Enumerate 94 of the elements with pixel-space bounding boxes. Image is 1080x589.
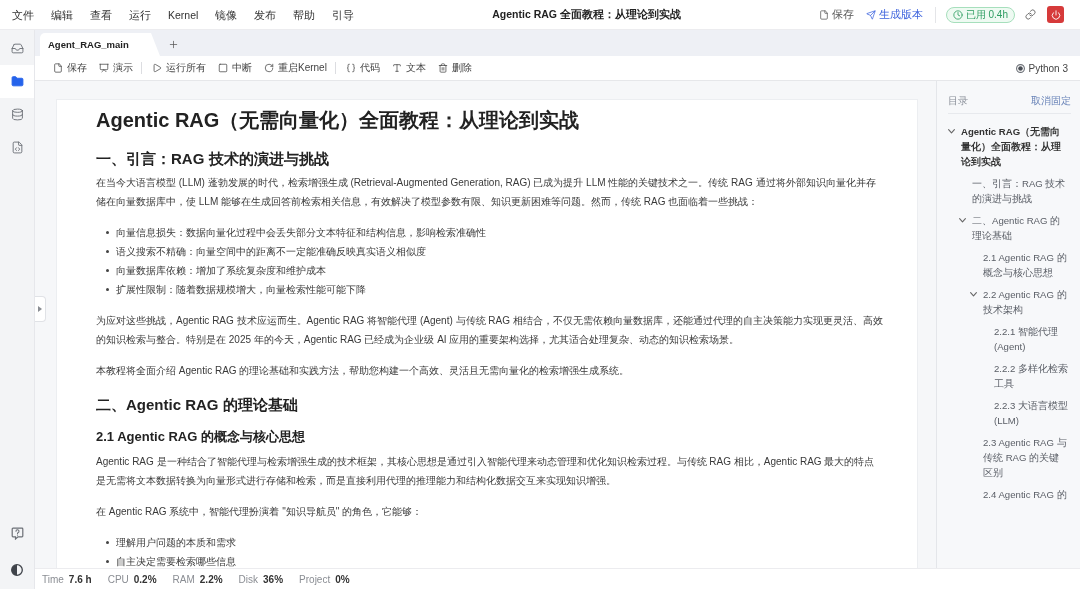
menu-item[interactable]: 查看 <box>90 7 112 22</box>
notebook-tab[interactable]: Agent_RAG_main <box>40 33 160 56</box>
save-button[interactable]: 保存 <box>818 7 854 22</box>
bullet-icon <box>105 231 109 234</box>
list-item: 理解用户问题的本质和需求 <box>116 536 236 550</box>
panel-toggle[interactable] <box>35 296 46 322</box>
sidebar-item[interactable] <box>0 65 34 98</box>
toolbar-button[interactable]: 删除 <box>437 61 472 75</box>
braces-icon <box>345 63 356 73</box>
link-icon[interactable] <box>1025 9 1036 20</box>
bullet-icon <box>105 269 109 272</box>
toc-item[interactable]: 2.2 Agentic RAG 的技术架构 <box>983 287 1068 317</box>
code-file-icon[interactable] <box>10 141 24 154</box>
stat-value: 0.2% <box>133 573 157 585</box>
menu-item[interactable]: 运行 <box>129 7 151 22</box>
folder-icon[interactable] <box>10 75 24 88</box>
presentation-icon <box>99 63 109 73</box>
help-icon[interactable] <box>10 527 24 540</box>
stat-label: Time <box>42 573 64 585</box>
file-icon <box>53 63 63 73</box>
toolbar-button[interactable]: 重启Kernel <box>264 61 327 75</box>
list-item: 向量数据库依赖：增加了系统复杂度和维护成本 <box>116 264 326 278</box>
stat-value: 0% <box>335 573 350 585</box>
menu-item[interactable]: 引导 <box>332 7 355 22</box>
stat-value: 2.2% <box>199 573 223 585</box>
stat-label: Disk <box>238 573 259 585</box>
bullet-icon <box>105 560 109 563</box>
usage-time: 已用 0.4h <box>965 7 1008 22</box>
section-heading: 一、引言：RAG 技术的演进与挑战 <box>96 149 330 169</box>
toc-title: 目录 <box>948 94 968 108</box>
toc-item[interactable]: 2.1 Agentic RAG 的概念与核心思想 <box>983 250 1068 280</box>
toc-item[interactable]: 一、引言：RAG 技术的演进与挑战 <box>972 176 1068 206</box>
inbox-icon[interactable] <box>10 42 24 55</box>
paragraph: 本教程将全面介绍 Agentic RAG 的理论基础和实践方法，帮助您构建一个高效、灵活且无需向量化的检索增强生成系统。 <box>96 364 631 378</box>
list-item: 语义搜索不精确：向量空间中的距离不一定能准确反映真实语义相似度 <box>116 245 426 259</box>
stat-value: 7.6 h <box>68 573 92 585</box>
toolbar-button[interactable]: 代码 <box>345 61 380 75</box>
menu-item[interactable]: 发布 <box>254 7 277 22</box>
toc-item[interactable]: Agentic RAG（无需向量化）全面教程：从理论到实战 <box>961 124 1068 169</box>
toc-item[interactable]: 2.2.3 大语言模型 (LLM) <box>994 398 1068 428</box>
send-icon <box>865 9 876 20</box>
kernel-selector[interactable]: Python 3 <box>1015 62 1068 74</box>
chevron-down-icon[interactable] <box>948 129 955 134</box>
paragraph: 在 Agentic RAG 系统中，智能代理扮演着 "知识导航员" 的角色，它能够： <box>96 505 423 519</box>
clock-icon <box>952 9 963 20</box>
list-item: 自主决定需要检索哪些信息 <box>116 555 236 568</box>
menu-item[interactable]: 镜像 <box>215 7 238 22</box>
trash-icon <box>437 63 448 73</box>
contrast-icon[interactable] <box>11 564 23 576</box>
list-item: 向量信息损失：数据向量化过程中会丢失部分文本特征和结构信息，影响检索准确性 <box>116 226 486 240</box>
kernel-status-icon <box>1015 63 1025 73</box>
stat-label: RAM <box>172 573 195 585</box>
refresh-icon <box>264 63 274 73</box>
paragraph: Agentic RAG 是一种结合了智能代理与检索增强生成的技术框架，其核心思想是通过引入智能代理来动态管理和优化知识检索过程。与传统 RAG 相比，Agentic RAG 最大的特点是无需将文本数据转换为向量形式进行存储和检索，而是直接利用代理的推理能力和结构化数据交互来实现知识增强。 <box>96 455 876 488</box>
toc-item[interactable]: 2.2.1 智能代理 (Agent) <box>994 324 1068 354</box>
toc-item[interactable]: 2.3 Agentic RAG 与传统 RAG 的关键区别 <box>983 435 1068 480</box>
bullet-icon <box>105 541 109 544</box>
window-title: Agentic RAG 全面教程：从理论到实战 <box>491 7 682 22</box>
chevron-down-icon[interactable] <box>959 218 966 223</box>
plus-icon[interactable] <box>168 39 179 50</box>
toolbar-button[interactable]: 演示 <box>99 61 133 75</box>
text-icon <box>391 63 402 73</box>
toolbar-button[interactable]: 文本 <box>391 61 426 75</box>
section-heading: 二、Agentic RAG 的理论基础 <box>96 395 299 415</box>
stat-label: CPU <box>107 573 129 585</box>
stat-label: Project <box>299 573 331 585</box>
notebook-title: Agentic RAG（无需向量化）全面教程：从理论到实战 <box>96 108 581 133</box>
stat-value: 36% <box>263 573 284 585</box>
power-icon <box>1050 9 1061 20</box>
database-icon[interactable] <box>10 108 24 121</box>
play-icon <box>152 63 162 73</box>
subsection-heading: 2.1 Agentic RAG 的概念与核心思想 <box>96 428 306 446</box>
paragraph: 为应对这些挑战，Agentic RAG 技术应运而生。Agentic RAG 将智能代理 (Agent) 与传统 RAG 相结合，不仅无需依赖向量数据库，还能通过代理的自主决策能力实现更灵活、高效的知识检索与整合。特别是在 2025 年的今天，Agentic RAG 已经成为企业级 AI 应用的重要架构选择，尤其适合处理复杂、动态的知识检索场景。 <box>96 314 883 347</box>
bullet-icon <box>105 250 109 253</box>
menu-item[interactable]: 帮助 <box>293 7 316 22</box>
toolbar-button[interactable]: 保存 <box>53 61 87 75</box>
unpin-link[interactable]: 取消固定 <box>1031 94 1071 108</box>
publish-button[interactable]: 生成版本 <box>865 7 923 22</box>
toc-item[interactable]: 2.2.2 多样化检索工具 <box>994 361 1068 391</box>
toc-item[interactable]: 2.4 Agentic RAG 的 <box>983 487 1068 502</box>
menu-item[interactable]: 编辑 <box>51 7 73 22</box>
chevron-down-icon[interactable] <box>970 292 977 297</box>
menu-item[interactable]: 文件 <box>12 7 34 22</box>
power-button[interactable] <box>1047 6 1064 23</box>
square-icon <box>218 63 228 73</box>
toc-item[interactable]: 二、Agentic RAG 的理论基础 <box>972 213 1068 243</box>
caret-icon <box>38 306 42 312</box>
bullet-icon <box>105 288 109 291</box>
toolbar-button[interactable]: 中断 <box>218 61 252 75</box>
paragraph: 在当今大语言模型 (LLM) 蓬勃发展的时代，检索增强生成 (Retrieval-Augmented Generation, RAG) 已成为提升 LLM 性能的关键技术之一。传统 RAG 通过将外部知识向量化并存储在向量数据库中，使 LLM 能够在生成回答前检索相关信息，有效解决了模型参数有限、知识更新困难等问题。然而，传统 RAG 也面临着一些挑战： <box>96 176 877 209</box>
toolbar-button[interactable]: 运行所有 <box>152 61 206 75</box>
menu-item[interactable]: Kernel <box>168 7 199 22</box>
list-item: 扩展性限制：随着数据规模增大，向量检索性能可能下降 <box>116 283 366 297</box>
file-icon <box>818 9 829 20</box>
